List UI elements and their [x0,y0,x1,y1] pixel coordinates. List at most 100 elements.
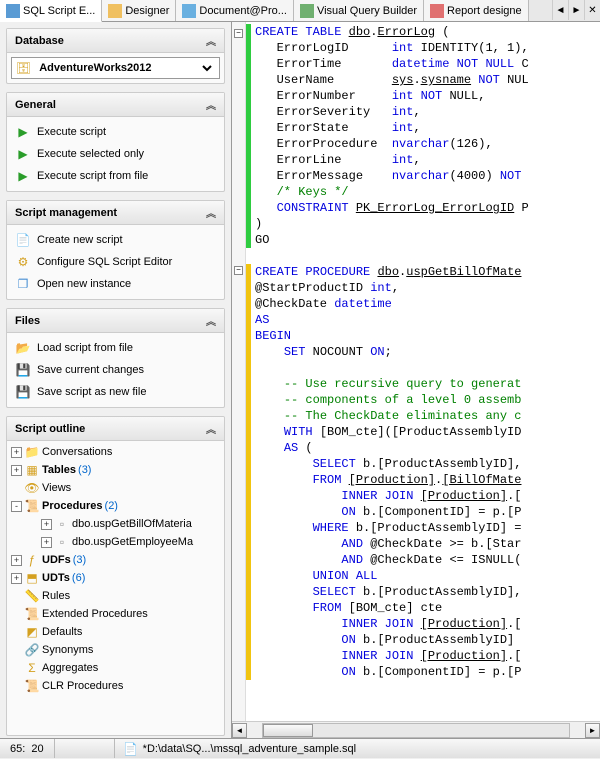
code-line[interactable]: -- components of a level 0 assemb [255,392,600,408]
outline-item[interactable]: ΣAggregates [7,659,224,677]
code-editor[interactable]: − − CREATE TABLE dbo.ErrorLog ( ErrorLog… [232,22,600,738]
outline-item[interactable]: 📜Extended Procedures [7,605,224,623]
code-line[interactable]: INNER JOIN [Production].[ [255,648,600,664]
execute-selected-button[interactable]: ▶ Execute selected only [11,143,220,165]
outline-item[interactable]: 👁Views [7,479,224,497]
outline-item[interactable]: +ƒUDFs (3) [7,551,224,569]
general-header[interactable]: General ︽ [7,93,224,117]
code-line[interactable]: UNION ALL [255,568,600,584]
code-line[interactable]: ON b.[ComponentID] = p.[P [255,504,600,520]
execute-script-button[interactable]: ▶ Execute script [11,121,220,143]
code-line[interactable] [255,360,600,376]
script-management-header[interactable]: Script management ︽ [7,201,224,225]
code-line[interactable]: AND @CheckDate <= ISNULL( [255,552,600,568]
code-line[interactable]: @CheckDate datetime [255,296,600,312]
code-lines[interactable]: CREATE TABLE dbo.ErrorLog ( ErrorLogID i… [251,22,600,721]
outline-item[interactable]: +📁Conversations [7,443,224,461]
database-header[interactable]: Database ︽ [7,29,224,53]
tab-visual-query[interactable]: Visual Query Builder [294,0,424,21]
expand-toggle[interactable]: + [11,555,22,566]
code-line[interactable]: SELECT b.[ProductAssemblyID], [255,584,600,600]
code-line[interactable]: CREATE PROCEDURE dbo.uspGetBillOfMate [255,264,600,280]
tab-document[interactable]: Document@Pro... [176,0,294,21]
outline-item[interactable]: +▦Tables (3) [7,461,224,479]
code-line[interactable]: ErrorProcedure nvarchar(126), [255,136,600,152]
code-line[interactable]: FROM [Production].[BillOfMate [255,472,600,488]
expand-toggle[interactable]: + [11,465,22,476]
fold-toggle[interactable]: − [234,29,243,38]
code-line[interactable]: ) [255,216,600,232]
scroll-right-button[interactable]: ► [585,723,600,738]
expand-toggle[interactable]: + [11,447,22,458]
load-script-button[interactable]: 📂 Load script from file [11,337,220,359]
tab-sql-script-editor[interactable]: SQL Script E... [0,0,102,22]
expand-toggle[interactable]: + [41,537,52,548]
database-dropdown[interactable]: AdventureWorks2012 [35,61,215,75]
horizontal-scrollbar[interactable]: ◄ ► [232,721,600,738]
code-line[interactable]: ErrorLogID int IDENTITY(1, 1), [255,40,600,56]
tab-report-designer[interactable]: Report designe [424,0,529,21]
code-line[interactable]: INNER JOIN [Production].[ [255,616,600,632]
code-line[interactable]: AS [255,312,600,328]
outline-item[interactable]: ◩Defaults [7,623,224,641]
fold-toggle[interactable]: − [234,266,243,275]
files-header[interactable]: Files ︽ [7,309,224,333]
code-line[interactable]: SELECT b.[ProductAssemblyID], [255,456,600,472]
tree-label: Defaults [42,626,82,638]
outline-item[interactable]: +▫dbo.uspGetBillOfMateria [7,515,224,533]
code-line[interactable]: /* Keys */ [255,184,600,200]
code-line[interactable]: AND @CheckDate >= b.[Star [255,536,600,552]
outline-item[interactable]: +⬒UDTs (6) [7,569,224,587]
code-line[interactable]: @StartProductID int, [255,280,600,296]
fold-gutter[interactable]: − − [232,22,246,721]
code-line[interactable] [255,248,600,264]
code-line[interactable]: ON b.[ComponentID] = p.[P [255,664,600,680]
code-line[interactable]: ON b.[ProductAssemblyID] [255,632,600,648]
expand-toggle[interactable]: + [41,519,52,530]
execute-from-file-button[interactable]: ▶ Execute script from file [11,165,220,187]
tab-next-button[interactable]: ► [568,0,584,20]
configure-editor-button[interactable]: ⚙ Configure SQL Script Editor [11,251,220,273]
code-line[interactable]: WHERE b.[ProductAssemblyID] = [255,520,600,536]
scroll-thumb[interactable] [263,724,313,737]
outline-item[interactable]: -📜Procedures (2) [7,497,224,515]
code-line[interactable]: INNER JOIN [Production].[ [255,488,600,504]
outline-item[interactable]: +▫dbo.uspGetEmployeeMa [7,533,224,551]
code-line[interactable]: UserName sys.sysname NOT NUL [255,72,600,88]
code-line[interactable]: ErrorSeverity int, [255,104,600,120]
open-new-instance-button[interactable]: ❐ Open new instance [11,273,220,295]
expand-toggle[interactable]: + [11,573,22,584]
code-line[interactable]: AS ( [255,440,600,456]
cursor-line: 65: [10,743,25,755]
code-line[interactable]: ErrorMessage nvarchar(4000) NOT [255,168,600,184]
code-line[interactable]: BEGIN [255,328,600,344]
code-line[interactable]: ErrorLine int, [255,152,600,168]
tab-designer[interactable]: Designer [102,0,176,21]
outline-item[interactable]: 🔗Synonyms [7,641,224,659]
scroll-track[interactable] [262,723,570,738]
create-new-script-button[interactable]: 📄 Create new script [11,229,220,251]
tab-close-button[interactable]: ✕ [584,0,600,20]
scroll-left-button[interactable]: ◄ [232,723,247,738]
database-selector[interactable]: 🗄 AdventureWorks2012 [11,57,220,79]
code-line[interactable]: -- Use recursive query to generat [255,376,600,392]
save-as-button[interactable]: 💾 Save script as new file [11,381,220,403]
code-line[interactable]: CONSTRAINT PK_ErrorLog_ErrorLogID P [255,200,600,216]
code-line[interactable]: WITH [BOM_cte]([ProductAssemblyID [255,424,600,440]
code-line[interactable]: GO [255,232,600,248]
tab-prev-button[interactable]: ◄ [552,0,568,20]
code-line[interactable]: SET NOCOUNT ON; [255,344,600,360]
code-line[interactable]: CREATE TABLE dbo.ErrorLog ( [255,24,600,40]
code-line[interactable]: FROM [BOM_cte] cte [255,600,600,616]
tab-label: Document@Pro... [199,5,287,17]
expand-toggle[interactable]: - [11,501,22,512]
outline-item[interactable]: 📜CLR Procedures [7,677,224,695]
code-line[interactable]: ErrorNumber int NOT NULL, [255,88,600,104]
code-line[interactable]: ErrorTime datetime NOT NULL C [255,56,600,72]
save-changes-button[interactable]: 💾 Save current changes [11,359,220,381]
script-outline-header[interactable]: Script outline ︽ [7,417,224,441]
side-panel: Database ︽ 🗄 AdventureWorks2012 General … [0,22,232,738]
outline-item[interactable]: 📏Rules [7,587,224,605]
code-line[interactable]: -- The CheckDate eliminates any c [255,408,600,424]
code-line[interactable]: ErrorState int, [255,120,600,136]
